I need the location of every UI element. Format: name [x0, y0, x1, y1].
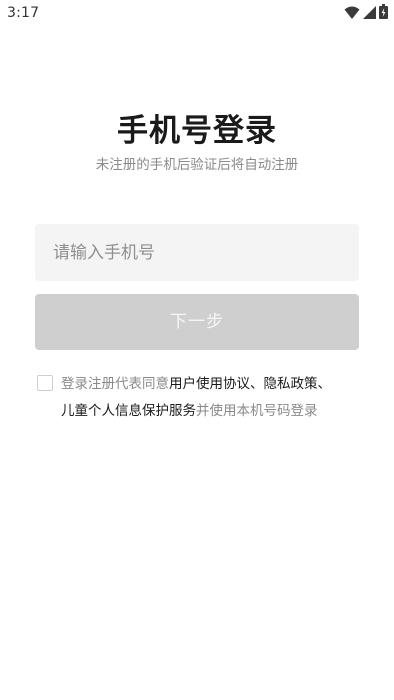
agreement-line-2: 儿童个人信息保护服务并使用本机号码登录: [61, 398, 361, 425]
user-agreement-link[interactable]: 用户使用协议: [169, 376, 250, 392]
agreement-suffix: 并使用本机号码登录: [196, 403, 318, 419]
page-title: 手机号登录: [117, 113, 277, 149]
children-privacy-link[interactable]: 儿童个人信息保护服务: [61, 403, 196, 419]
wifi-icon: [344, 4, 360, 23]
status-time: 3:17: [7, 5, 40, 21]
cellular-signal-icon: [363, 4, 376, 23]
agreement-separator: 、: [317, 376, 332, 392]
agreement-text: 登录注册代表同意用户使用协议、隐私政策、 儿童个人信息保护服务并使用本机号码登录: [61, 371, 361, 425]
next-step-button[interactable]: 下一步: [35, 294, 359, 350]
page-subtitle: 未注册的手机后验证后将自动注册: [95, 157, 299, 173]
privacy-policy-link[interactable]: 隐私政策: [264, 376, 318, 392]
agreement-checkbox[interactable]: [37, 375, 53, 391]
agreement-separator: 、: [250, 376, 264, 392]
agreement-prefix: 登录注册代表同意: [61, 376, 169, 392]
phone-number-input[interactable]: [35, 224, 359, 281]
battery-icon: [379, 3, 388, 23]
status-icons: [344, 3, 388, 23]
status-bar: 3:17: [0, 0, 394, 28]
agreement-line-1: 登录注册代表同意用户使用协议、隐私政策、: [61, 371, 361, 398]
